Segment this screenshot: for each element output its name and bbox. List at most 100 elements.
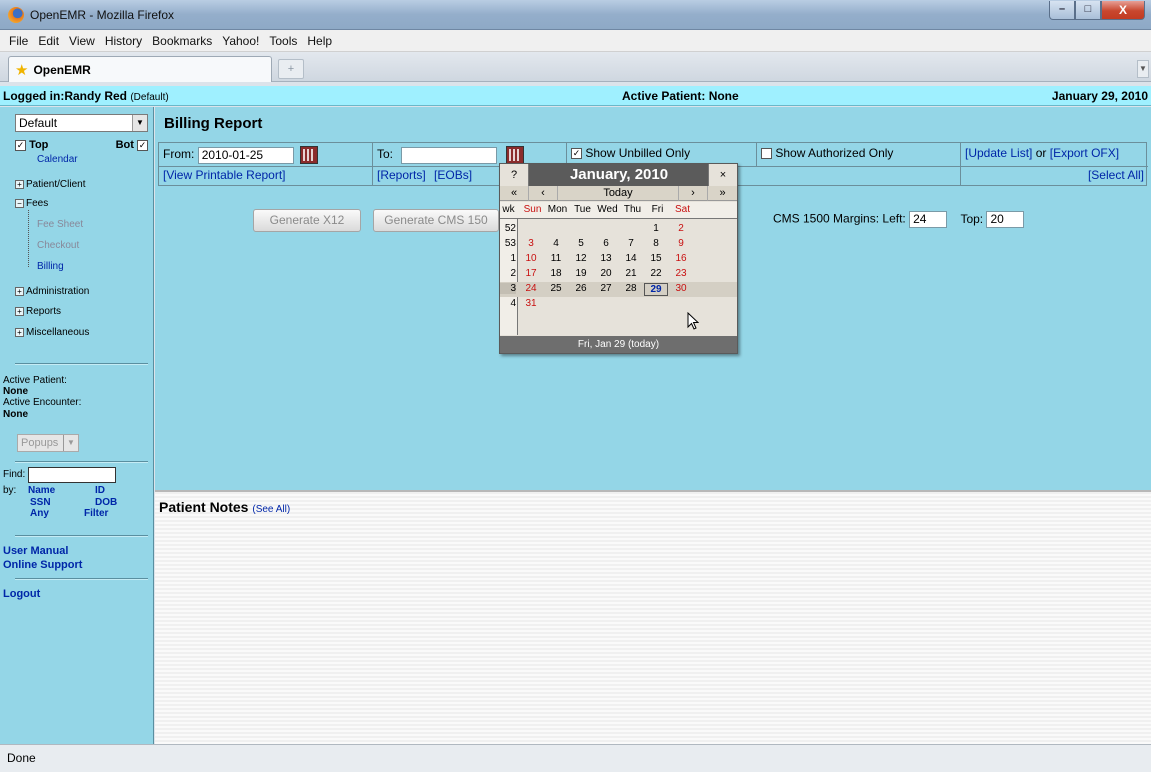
export-ofx-link[interactable]: [Export OFX] — [1050, 146, 1119, 160]
collapse-icon[interactable]: − — [15, 198, 24, 208]
next-month-button[interactable]: › — [679, 186, 708, 201]
generate-cms-button[interactable]: Generate CMS 150 — [373, 209, 499, 232]
calendar-day[interactable]: 11 — [544, 253, 568, 264]
popups-select[interactable]: Popups ▼ — [17, 434, 79, 452]
calendar-day[interactable]: 31 — [519, 298, 543, 309]
expand-icon[interactable]: + — [15, 286, 24, 296]
calendar-day[interactable]: 21 — [619, 268, 643, 279]
calendar-day[interactable]: 22 — [644, 268, 668, 279]
nav-billing[interactable]: Billing — [37, 261, 64, 272]
calendar-day[interactable]: 16 — [669, 253, 693, 264]
calendar-day[interactable]: 26 — [569, 283, 593, 294]
show-authorized-checkbox[interactable] — [761, 148, 772, 160]
find-by-name[interactable]: Name — [28, 485, 55, 496]
calendar-day[interactable]: 23 — [669, 268, 693, 279]
calendar-day[interactable]: 2 — [669, 223, 693, 234]
calendar-icon[interactable] — [300, 146, 319, 164]
layout-select[interactable]: Default ▼ — [15, 114, 148, 132]
generate-x12-button[interactable]: Generate X12 — [253, 209, 361, 232]
calendar-day[interactable]: 18 — [544, 268, 568, 279]
eobs-link[interactable]: [EOBs] — [434, 168, 472, 182]
logout-link[interactable]: Logout — [3, 588, 40, 600]
calendar-close-button[interactable]: × — [708, 164, 737, 186]
nav-fee-sheet[interactable]: Fee Sheet — [37, 219, 83, 230]
nav-miscellaneous[interactable]: + Miscellaneous — [15, 327, 89, 338]
calendar-day[interactable]: 30 — [669, 283, 693, 294]
find-by-ssn[interactable]: SSN — [30, 497, 51, 508]
show-unbilled-checkbox[interactable]: ✓ — [571, 148, 582, 160]
calendar-day[interactable]: 7 — [619, 238, 643, 249]
view-printable-link[interactable]: [View Printable Report] — [163, 168, 286, 182]
top-margin-input[interactable]: 20 — [986, 211, 1025, 228]
nav-reports[interactable]: + Reports — [15, 306, 61, 317]
minimize-button[interactable]: – — [1049, 1, 1075, 20]
calendar-day[interactable]: 14 — [619, 253, 643, 264]
prev-year-button[interactable]: « — [500, 186, 529, 201]
nav-patient-client[interactable]: + Patient/Client — [15, 179, 85, 190]
calendar-day[interactable]: 3 — [519, 238, 543, 249]
find-by-any[interactable]: Any — [30, 508, 49, 519]
calendar-day[interactable]: 1 — [644, 223, 668, 234]
cms-margins-label: CMS 1500 Margins: — [773, 211, 880, 226]
menu-yahoo[interactable]: Yahoo! — [222, 34, 259, 48]
calendar-day[interactable]: 4 — [544, 238, 568, 249]
new-tab-button[interactable]: + — [278, 59, 304, 79]
calendar-day[interactable]: 5 — [569, 238, 593, 249]
calendar-day[interactable]: 24 — [519, 283, 543, 294]
to-date-input[interactable] — [401, 146, 498, 164]
top-checkbox[interactable]: ✓ — [15, 139, 26, 151]
calendar-day[interactable]: 12 — [569, 253, 593, 264]
calendar-day[interactable]: 17 — [519, 268, 543, 279]
calendar-day[interactable]: 29 — [644, 283, 668, 296]
reports-link[interactable]: [Reports] — [377, 168, 426, 182]
menu-tools[interactable]: Tools — [269, 34, 297, 48]
calendar-day[interactable]: 10 — [519, 253, 543, 264]
expand-icon[interactable]: + — [15, 306, 24, 316]
menu-file[interactable]: File — [9, 34, 28, 48]
today-button[interactable]: Today — [558, 186, 679, 201]
menu-help[interactable]: Help — [307, 34, 332, 48]
tab-openemr[interactable]: ★ OpenEMR — [8, 56, 272, 82]
calendar-day[interactable]: 6 — [594, 238, 618, 249]
nav-administration[interactable]: + Administration — [15, 286, 89, 297]
calendar-day[interactable]: 28 — [619, 283, 643, 294]
nav-checkout[interactable]: Checkout — [37, 240, 79, 251]
menu-view[interactable]: View — [69, 34, 95, 48]
menu-edit[interactable]: Edit — [38, 34, 59, 48]
calendar-day[interactable]: 8 — [644, 238, 668, 249]
calendar-help-button[interactable]: ? — [500, 164, 529, 186]
calendar-day[interactable]: 19 — [569, 268, 593, 279]
nav-calendar[interactable]: Calendar — [37, 154, 78, 165]
tab-list-dropdown-icon[interactable]: ▼ — [1137, 60, 1149, 78]
bot-checkbox[interactable]: ✓ — [137, 139, 148, 151]
chevron-down-icon[interactable]: ▼ — [63, 435, 78, 451]
find-by-dob[interactable]: DOB — [95, 497, 117, 508]
select-all-link[interactable]: [Select All] — [1088, 168, 1144, 182]
calendar-icon[interactable] — [505, 146, 524, 164]
find-by-id[interactable]: ID — [95, 485, 105, 496]
user-manual-link[interactable]: User Manual — [3, 545, 68, 557]
from-date-input[interactable]: 2010-01-25 — [197, 146, 294, 164]
update-list-link[interactable]: [Update List] — [965, 146, 1032, 160]
nav-fees[interactable]: − Fees — [15, 198, 48, 209]
calendar-day[interactable]: 9 — [669, 238, 693, 249]
maximize-button[interactable]: □ — [1075, 1, 1101, 20]
find-input[interactable] — [28, 467, 116, 483]
find-by-filter[interactable]: Filter — [84, 508, 108, 519]
see-all-link[interactable]: (See All) — [252, 504, 290, 515]
calendar-day[interactable]: 25 — [544, 283, 568, 294]
close-button[interactable]: X — [1101, 1, 1145, 20]
expand-icon[interactable]: + — [15, 179, 24, 189]
menu-bookmarks[interactable]: Bookmarks — [152, 34, 212, 48]
online-support-link[interactable]: Online Support — [3, 559, 82, 571]
left-margin-input[interactable]: 24 — [909, 211, 948, 228]
next-year-button[interactable]: » — [708, 186, 737, 201]
chevron-down-icon[interactable]: ▼ — [132, 115, 147, 131]
calendar-day[interactable]: 20 — [594, 268, 618, 279]
calendar-day[interactable]: 13 — [594, 253, 618, 264]
calendar-day[interactable]: 15 — [644, 253, 668, 264]
calendar-day[interactable]: 27 — [594, 283, 618, 294]
menu-history[interactable]: History — [105, 34, 142, 48]
prev-month-button[interactable]: ‹ — [529, 186, 558, 201]
expand-icon[interactable]: + — [15, 327, 24, 337]
